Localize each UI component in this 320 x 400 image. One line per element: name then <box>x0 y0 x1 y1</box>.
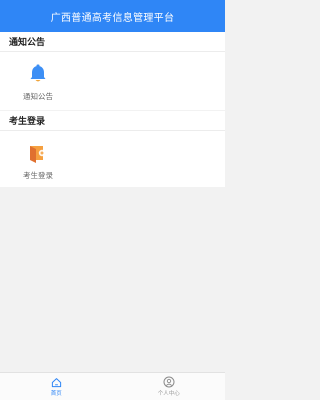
page-title: 广西普通高考信息管理平台 <box>50 12 175 24</box>
tab-home-label: 首页 <box>50 391 62 397</box>
notice-grid-item[interactable]: 通知公告 <box>8 63 68 102</box>
login-section-heading: 考生登录 <box>0 111 225 131</box>
bottom-tab-bar: 首页 个人中心 <box>0 372 225 400</box>
login-section: 考生登录 考生登录 <box>0 111 225 187</box>
tab-profile-label: 个人中心 <box>157 391 180 397</box>
tab-profile[interactable]: 个人中心 <box>113 373 226 400</box>
notice-section: 通知公告 通知公告 <box>0 32 225 110</box>
notice-section-heading: 通知公告 <box>0 32 225 52</box>
bell-icon <box>27 63 49 85</box>
login-item-label: 考生登录 <box>23 171 53 180</box>
home-icon <box>50 376 62 388</box>
top-bar: 广西普通高考信息管理平台 <box>0 0 225 32</box>
tab-home[interactable]: 首页 <box>0 373 113 400</box>
login-grid-item[interactable]: 考生登录 <box>8 142 68 181</box>
login-icon <box>27 142 49 164</box>
notice-item-label: 通知公告 <box>23 92 53 101</box>
user-icon <box>163 376 175 388</box>
